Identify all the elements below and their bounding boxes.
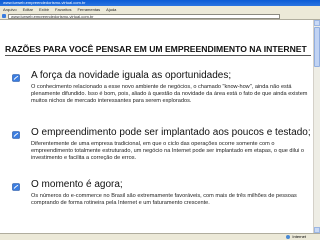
page-icon: [2, 14, 6, 18]
menu-edit[interactable]: Editar: [23, 6, 33, 13]
status-bar: Internet: [0, 233, 320, 240]
menu-file[interactable]: Arquivo: [3, 6, 17, 13]
section-body: O conhecimento relacionado a esse novo a…: [31, 84, 308, 105]
menu-tools[interactable]: Ferramentas: [77, 6, 100, 13]
vertical-scrollbar[interactable]: [313, 20, 320, 233]
address-input[interactable]: www.turweb.empreendedorismo-virtual.com.…: [8, 13, 280, 19]
scroll-thumb[interactable]: [314, 27, 320, 67]
section-heading: O momento é agora;: [31, 179, 123, 190]
section-heading: O empreendimento pode ser implantado aos…: [31, 127, 311, 138]
page-title: RAZÕES PARA VOCÊ PENSAR EM UM EMPREENDIM…: [5, 44, 307, 54]
zone-label: Internet: [292, 234, 306, 239]
menu-favorites[interactable]: Favoritos: [55, 6, 71, 13]
menu-bar: Arquivo Editar Exibir Favoritos Ferramen…: [0, 6, 320, 13]
title-divider: [5, 55, 311, 56]
globe-icon: [286, 235, 291, 239]
section-body: Diferentemente de uma empresa tradiciona…: [31, 141, 305, 162]
security-zone: Internet: [286, 234, 306, 240]
scroll-up-button[interactable]: [314, 20, 320, 26]
bullet-icon: [12, 183, 20, 191]
section-body: Os números do e-commerce no Brasil são e…: [31, 193, 297, 207]
address-bar: www.turweb.empreendedorismo-virtual.com.…: [0, 13, 320, 20]
bullet-icon: [12, 131, 20, 139]
bullet-icon: [12, 74, 20, 82]
menu-help[interactable]: Ajuda: [106, 6, 116, 13]
section-heading: A força da novidade iguala as oportunida…: [31, 70, 232, 81]
menu-view[interactable]: Exibir: [39, 6, 49, 13]
